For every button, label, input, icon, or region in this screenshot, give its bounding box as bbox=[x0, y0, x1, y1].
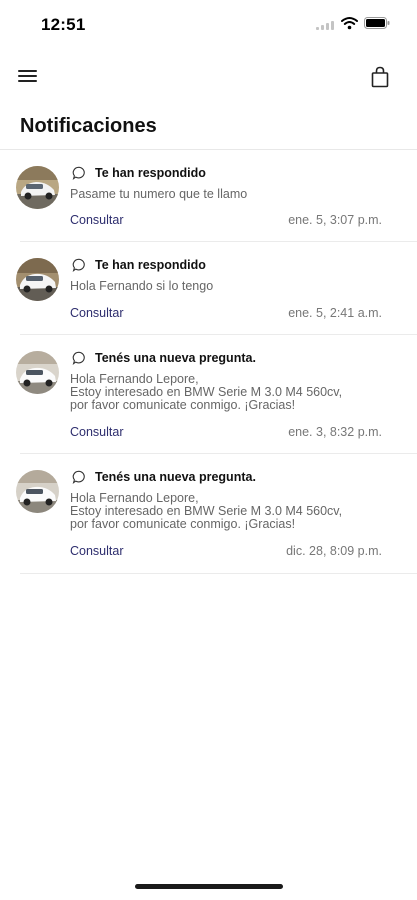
notification-item[interactable]: Tenés una nueva pregunta. Hola Fernando … bbox=[0, 335, 417, 454]
shopping-bag-icon[interactable] bbox=[370, 66, 390, 88]
status-time: 12:51 bbox=[41, 15, 86, 34]
top-app-bar bbox=[0, 55, 417, 99]
notification-message: Hola Fernando Lepore, Estoy interesado e… bbox=[70, 373, 390, 412]
hamburger-menu-icon[interactable] bbox=[18, 68, 38, 84]
notification-date: dic. 28, 8:09 p.m. bbox=[286, 544, 382, 558]
status-bar: 12:51 bbox=[0, 0, 417, 46]
item-divider bbox=[20, 573, 417, 574]
wifi-icon bbox=[341, 17, 358, 30]
message-line: Pasame tu numero que te llamo bbox=[70, 187, 248, 201]
notification-date: ene. 3, 8:32 p.m. bbox=[288, 425, 382, 439]
chat-bubble-icon bbox=[72, 166, 85, 180]
notification-message: Hola Fernando si lo tengo bbox=[70, 280, 390, 293]
consultar-link[interactable]: Consultar bbox=[70, 213, 124, 227]
message-line: Hola Fernando si lo tengo bbox=[70, 279, 214, 293]
notification-message: Pasame tu numero que te llamo bbox=[70, 188, 390, 201]
notification-item[interactable]: Te han respondido Hola Fernando si lo te… bbox=[0, 242, 417, 335]
chat-bubble-icon bbox=[72, 351, 85, 365]
car-thumbnail-avatar bbox=[16, 258, 59, 301]
message-line: por favor comunicate conmigo. ¡Gracias! bbox=[70, 517, 296, 531]
notification-title: Te han respondido bbox=[95, 258, 206, 272]
consultar-link[interactable]: Consultar bbox=[70, 425, 124, 439]
notification-date: ene. 5, 2:41 a.m. bbox=[288, 306, 382, 320]
battery-icon bbox=[364, 17, 390, 29]
notification-date: ene. 5, 3:07 p.m. bbox=[288, 213, 382, 227]
car-thumbnail-avatar bbox=[16, 166, 59, 209]
message-line: por favor comunicate conmigo. ¡Gracias! bbox=[70, 398, 296, 412]
car-thumbnail-avatar bbox=[16, 470, 59, 513]
consultar-link[interactable]: Consultar bbox=[70, 544, 124, 558]
notification-message: Hola Fernando Lepore, Estoy interesado e… bbox=[70, 492, 390, 531]
notification-title: Te han respondido bbox=[95, 166, 206, 180]
chat-bubble-icon bbox=[72, 470, 85, 484]
notification-list: Te han respondido Pasame tu numero que t… bbox=[0, 150, 417, 574]
consultar-link[interactable]: Consultar bbox=[70, 306, 124, 320]
notification-item[interactable]: Te han respondido Pasame tu numero que t… bbox=[0, 150, 417, 242]
chat-bubble-icon bbox=[72, 258, 85, 272]
notification-title: Tenés una nueva pregunta. bbox=[95, 470, 256, 484]
signal-icon bbox=[316, 20, 336, 30]
home-indicator[interactable] bbox=[135, 884, 283, 889]
car-thumbnail-avatar bbox=[16, 351, 59, 394]
page-title: Notificaciones bbox=[20, 115, 157, 137]
notification-item[interactable]: Tenés una nueva pregunta. Hola Fernando … bbox=[0, 454, 417, 574]
notification-title: Tenés una nueva pregunta. bbox=[95, 351, 256, 365]
